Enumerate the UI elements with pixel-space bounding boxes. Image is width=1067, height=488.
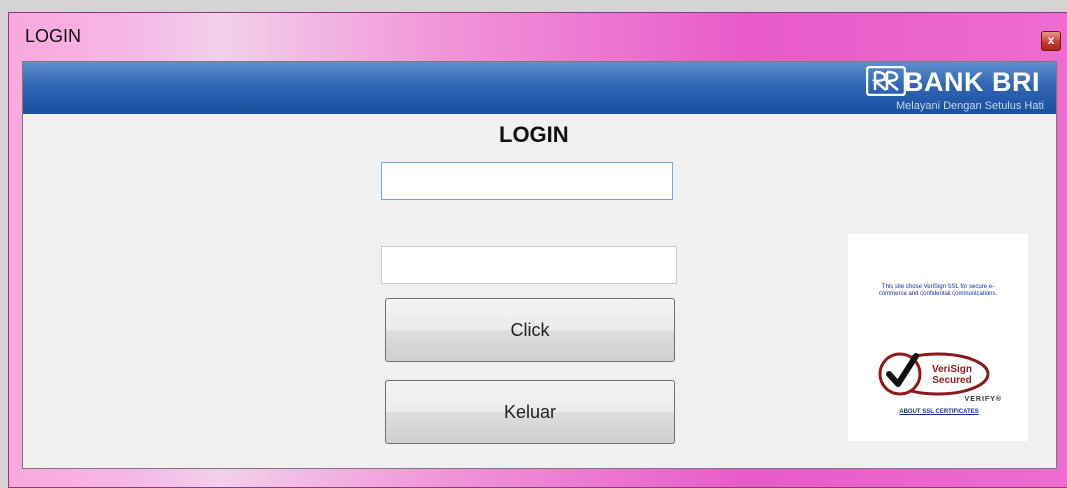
seal-text-line2: Secured xyxy=(932,375,971,386)
password-input[interactable] xyxy=(381,246,677,284)
title-bar[interactable]: LOGIN x xyxy=(9,13,1067,61)
click-button[interactable]: Click xyxy=(385,298,675,362)
verisign-ssl-badge[interactable]: This site chose VeriSign SSL for secure … xyxy=(848,234,1028,441)
bank-logo-text: BANK BRI xyxy=(904,67,1040,97)
bri-logo-icon xyxy=(866,66,906,96)
close-button[interactable]: x xyxy=(1041,31,1061,51)
bank-tagline: Melayani Dengan Setulus Hati xyxy=(896,100,1044,112)
about-ssl-link[interactable]: ABOUT SSL CERTIFICATES xyxy=(894,409,984,416)
verify-label: VERIFY® xyxy=(964,396,1002,403)
close-icon: x xyxy=(1047,33,1055,47)
login-window: LOGIN x BANK BRI Melayani Dengan Setulus… xyxy=(8,12,1067,488)
username-input[interactable] xyxy=(381,162,673,200)
client-area: BANK BRI Melayani Dengan Setulus Hati LO… xyxy=(22,61,1057,469)
verisign-check-seal-icon: VeriSign Secured xyxy=(878,352,990,396)
login-heading: LOGIN xyxy=(499,122,569,147)
ssl-description: This site chose VeriSign SSL for secure … xyxy=(878,284,998,297)
header-banner: BANK BRI Melayani Dengan Setulus Hati xyxy=(23,62,1056,114)
window-title: LOGIN xyxy=(25,26,82,46)
seal-text-line1: VeriSign xyxy=(932,364,972,375)
keluar-button[interactable]: Keluar xyxy=(385,380,675,444)
